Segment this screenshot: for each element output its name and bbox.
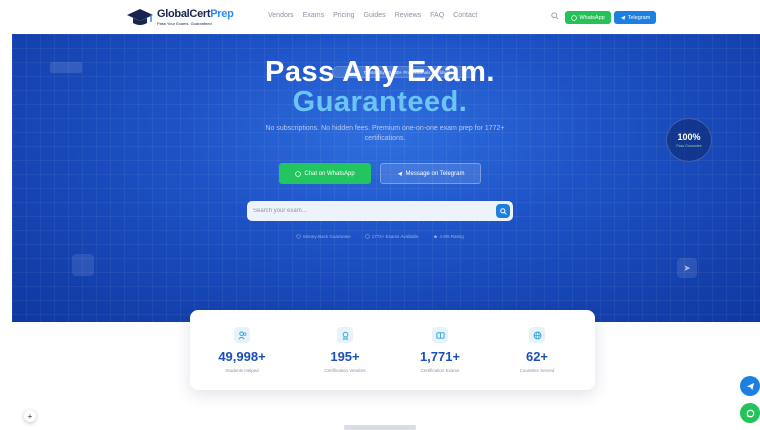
nav-whatsapp-button[interactable]: WhatsApp xyxy=(565,11,611,24)
stat-label: Certification Vendors xyxy=(324,368,366,373)
message-telegram-button[interactable]: Message on Telegram xyxy=(380,163,481,184)
chat-whatsapp-label: Chat on WhatsApp xyxy=(304,170,355,177)
whatsapp-icon xyxy=(746,409,754,417)
nav-whatsapp-label: WhatsApp xyxy=(579,14,605,21)
search-icon[interactable] xyxy=(551,12,559,20)
nav-link-exams[interactable]: Exams xyxy=(303,12,324,19)
top-navbar: GlobalCertPrep Pass Your Exams. Guarante… xyxy=(0,0,760,34)
hero-decoration xyxy=(72,254,94,276)
exam-search-input[interactable] xyxy=(253,201,483,221)
nav-link-reviews[interactable]: Reviews xyxy=(395,12,421,19)
check-circle-icon xyxy=(364,234,370,239)
whatsapp-icon xyxy=(295,170,302,177)
floating-telegram-button[interactable] xyxy=(740,376,760,396)
stats-card: 49,998+ Students Helped 195+ Certificati… xyxy=(190,310,595,390)
feature-money-back: Money-Back Guarantee xyxy=(303,234,351,239)
next-section-heading xyxy=(344,425,416,430)
feature-exams-available: 1772+ Exams Available xyxy=(371,234,419,239)
hero-title-line1: Pass Any Exam. xyxy=(265,56,495,88)
plus-icon[interactable]: + xyxy=(24,410,36,422)
stat-students: 49,998+ Students Helped xyxy=(192,310,292,390)
stat-value: 195+ xyxy=(330,349,360,364)
feature-item: 1772+ Exams Available xyxy=(364,234,419,239)
logo-name-main: GlobalCert xyxy=(157,7,211,20)
exam-search-bar xyxy=(247,201,513,221)
stat-label: Countries Served xyxy=(519,368,555,373)
nav-link-pricing[interactable]: Pricing xyxy=(333,12,354,19)
stat-value: 49,998+ xyxy=(218,349,266,364)
star-icon xyxy=(433,234,438,239)
hero-subtitle: No subscriptions. No hidden fees. Premiu… xyxy=(265,125,505,142)
message-telegram-label: Message on Telegram xyxy=(405,170,465,177)
users-icon xyxy=(234,327,250,343)
stat-countries: 62+ Countries Served xyxy=(487,310,587,390)
stat-label: Certification Exams xyxy=(420,368,460,373)
nav-link-faq[interactable]: FAQ xyxy=(430,12,444,19)
hero-title-line2: Guaranteed. xyxy=(292,86,468,118)
shield-icon xyxy=(296,234,301,239)
stat-value: 62+ xyxy=(525,349,549,364)
chat-whatsapp-button[interactable]: Chat on WhatsApp xyxy=(279,163,371,184)
feature-item: Money-Back Guarantee xyxy=(296,234,351,239)
telegram-icon xyxy=(397,171,402,176)
book-icon xyxy=(432,327,448,343)
arrow-right-icon: ➤ xyxy=(677,258,697,278)
nav-telegram-button[interactable]: Telegram xyxy=(614,11,656,24)
telegram-icon xyxy=(620,15,626,20)
logo-name-accent: Prep xyxy=(210,7,234,20)
search-submit-button[interactable] xyxy=(496,204,510,218)
logo-name: GlobalCertPrep xyxy=(157,7,234,20)
pass-rate-badge: 100% Pass Guarantee xyxy=(666,118,712,162)
award-icon xyxy=(337,327,353,343)
feature-rating: 4.9/5 Rating xyxy=(439,234,464,239)
stat-exams: 1,771+ Certification Exams xyxy=(390,310,490,390)
hero-features: Money-Back Guarantee 1772+ Exams Availab… xyxy=(0,234,760,239)
site-logo[interactable]: GlobalCertPrep Pass Your Exams. Guarante… xyxy=(126,7,234,27)
search-icon xyxy=(499,207,507,215)
nav-link-vendors[interactable]: Vendors xyxy=(268,12,294,19)
stat-label: Students Helped xyxy=(225,368,259,373)
nav-links: Vendors Exams Pricing Guides Reviews FAQ… xyxy=(268,12,477,19)
graduation-cap-icon xyxy=(127,9,153,25)
pass-rate-label: Pass Guarantee xyxy=(676,143,702,148)
floating-whatsapp-button[interactable] xyxy=(740,403,760,423)
feature-item: 4.9/5 Rating xyxy=(433,234,464,239)
logo-tagline: Pass Your Exams. Guaranteed xyxy=(157,20,212,26)
whatsapp-icon xyxy=(571,14,578,21)
stat-value: 1,771+ xyxy=(419,349,461,364)
globe-icon xyxy=(529,327,545,343)
telegram-icon xyxy=(746,382,754,390)
logo-text: GlobalCertPrep Pass Your Exams. Guarante… xyxy=(157,7,234,26)
nav-link-guides[interactable]: Guides xyxy=(364,12,386,19)
stat-vendors: 195+ Certification Vendors xyxy=(295,310,395,390)
nav-link-contact[interactable]: Contact xyxy=(453,12,477,19)
pass-rate-value: 100% xyxy=(677,131,701,142)
nav-telegram-label: Telegram xyxy=(627,14,651,21)
